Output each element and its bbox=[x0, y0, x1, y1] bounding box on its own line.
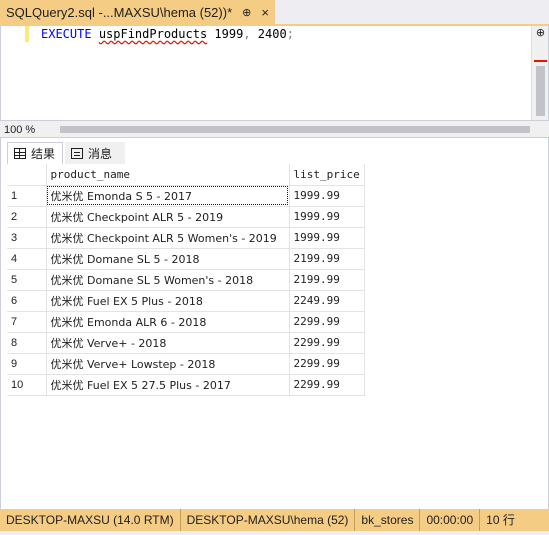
tab-messages[interactable]: 消息 bbox=[65, 142, 125, 164]
product-name-cell[interactable]: 优米优 Fuel EX 5 27.5 Plus - 2017 bbox=[46, 374, 290, 396]
row-number[interactable]: 2 bbox=[7, 206, 47, 228]
product-name-cell[interactable]: 优米优 Verve+ - 2018 bbox=[46, 332, 290, 354]
argument-2: 2400 bbox=[257, 27, 287, 41]
editor-vertical-scrollbar[interactable]: ⊕ bbox=[531, 26, 548, 120]
row-number[interactable]: 5 bbox=[7, 269, 47, 291]
changed-line-marker bbox=[25, 26, 29, 42]
table-row[interactable]: 9 优米优 Verve+ Lowstep - 2018 2299.99 bbox=[7, 353, 365, 375]
keyword-execute: EXECUTE bbox=[41, 27, 92, 41]
row-number[interactable]: 8 bbox=[7, 332, 47, 354]
table-row[interactable]: 6 优米优 Fuel EX 5 Plus - 2018 2249.99 bbox=[7, 290, 365, 312]
row-number[interactable]: 7 bbox=[7, 311, 47, 333]
tab-messages-label: 消息 bbox=[88, 146, 113, 161]
status-row-count: 10 行 bbox=[486, 513, 515, 527]
close-icon[interactable]: × bbox=[261, 5, 269, 20]
list-price-cell[interactable]: 2199.99 bbox=[289, 269, 365, 291]
scroll-thumb[interactable] bbox=[536, 66, 545, 116]
product-name-cell[interactable]: 优米优 Verve+ Lowstep - 2018 bbox=[46, 353, 290, 375]
status-server: DESKTOP-MAXSU (14.0 RTM) bbox=[0, 509, 181, 531]
table-row[interactable]: 4 优米优 Domane SL 5 - 2018 2199.99 bbox=[7, 248, 365, 270]
split-icon[interactable]: ⊕ bbox=[534, 26, 547, 40]
product-name-cell[interactable]: 优米优 Emonda ALR 6 - 2018 bbox=[46, 311, 290, 333]
status-bar: DESKTOP-MAXSU (14.0 RTM) DESKTOP-MAXSU\h… bbox=[0, 509, 549, 531]
list-price-cell[interactable]: 2299.99 bbox=[289, 332, 365, 354]
row-number[interactable]: 9 bbox=[7, 353, 47, 375]
list-price-cell[interactable]: 2299.99 bbox=[289, 374, 365, 396]
row-number[interactable]: 1 bbox=[7, 185, 47, 207]
column-header-product-name[interactable]: product_name bbox=[46, 164, 290, 186]
row-number[interactable]: 10 bbox=[7, 374, 47, 396]
row-number[interactable]: 4 bbox=[7, 248, 47, 270]
table-row[interactable]: 5 优米优 Domane SL 5 Women's - 2018 2199.99 bbox=[7, 269, 365, 291]
pin-icon[interactable]: ⊕ bbox=[242, 6, 251, 19]
table-row[interactable]: 2 优米优 Checkpoint ALR 5 - 2019 1999.99 bbox=[7, 206, 365, 228]
horizontal-scroll-thumb[interactable] bbox=[60, 126, 530, 133]
product-name-cell[interactable]: 优米优 Checkpoint ALR 5 - 2019 bbox=[46, 206, 290, 228]
results-grid[interactable]: product_name list_price 1 优米优 Emonda S 5 … bbox=[7, 164, 365, 396]
error-marker bbox=[534, 60, 547, 62]
grid-icon bbox=[14, 148, 26, 159]
list-price-cell[interactable]: 2199.99 bbox=[289, 248, 365, 270]
zoom-level[interactable]: 100 % bbox=[4, 122, 35, 138]
table-row[interactable]: 8 优米优 Verve+ - 2018 2299.99 bbox=[7, 332, 365, 354]
argument-1: 1999 bbox=[214, 27, 244, 41]
list-price-cell[interactable]: 2299.99 bbox=[289, 311, 365, 333]
table-row[interactable]: 1 优米优 Emonda S 5 - 2017 1999.99 bbox=[7, 185, 365, 207]
editor-horizontal-scrollbar[interactable] bbox=[60, 124, 530, 135]
list-price-cell[interactable]: 1999.99 bbox=[289, 185, 365, 207]
terminator: ; bbox=[286, 27, 294, 41]
table-row[interactable]: 10 优米优 Fuel EX 5 27.5 Plus - 2017 2299.99 bbox=[7, 374, 365, 396]
table-row[interactable]: 3 优米优 Checkpoint ALR 5 Women's - 2019 1999… bbox=[7, 227, 365, 249]
comma: , bbox=[243, 27, 251, 41]
results-tabs: 结果 消息 bbox=[1, 142, 549, 164]
product-name-cell[interactable]: 优米优 Emonda S 5 - 2017 bbox=[46, 185, 290, 207]
results-panel: 结果 消息 product_name list_price 1 优米优 Emond… bbox=[0, 138, 549, 509]
code-line-1[interactable]: EXECUTE uspFindProducts 1999, 2400; bbox=[41, 26, 294, 42]
list-price-cell[interactable]: 1999.99 bbox=[289, 227, 365, 249]
row-number[interactable]: 6 bbox=[7, 290, 47, 312]
document-tab-strip: SQLQuery2.sql -...MAXSU\hema (52))* ⊕ × bbox=[0, 0, 549, 24]
tab-results[interactable]: 结果 bbox=[7, 142, 63, 164]
header-row: product_name list_price bbox=[7, 164, 365, 186]
list-price-cell[interactable]: 2299.99 bbox=[289, 353, 365, 375]
zoom-bar: 100 % bbox=[0, 120, 549, 138]
product-name-cell[interactable]: 优米优 Checkpoint ALR 5 Women's - 2019 bbox=[46, 227, 290, 249]
product-name-cell[interactable]: 优米优 Domane SL 5 - 2018 bbox=[46, 248, 290, 270]
status-database: bk_stores bbox=[355, 509, 421, 531]
document-tab-title: SQLQuery2.sql -...MAXSU\hema (52))* bbox=[6, 4, 233, 20]
document-tab[interactable]: SQLQuery2.sql -...MAXSU\hema (52))* ⊕ × bbox=[0, 0, 275, 24]
procedure-name: uspFindProducts bbox=[98, 27, 208, 41]
status-elapsed: 00:00:00 bbox=[420, 509, 481, 531]
column-header-list-price[interactable]: list_price bbox=[289, 164, 365, 186]
bottom-strip bbox=[0, 531, 549, 535]
messages-icon bbox=[71, 147, 83, 159]
status-user: DESKTOP-MAXSU\hema (52) bbox=[181, 509, 356, 531]
table-row[interactable]: 7 优米优 Emonda ALR 6 - 2018 2299.99 bbox=[7, 311, 365, 333]
row-number[interactable]: 3 bbox=[7, 227, 47, 249]
query-editor[interactable]: EXECUTE uspFindProducts 1999, 2400; ⊕ bbox=[0, 26, 549, 120]
corner-cell[interactable] bbox=[7, 164, 47, 186]
tab-results-label: 结果 bbox=[31, 147, 56, 161]
list-price-cell[interactable]: 1999.99 bbox=[289, 206, 365, 228]
product-name-cell[interactable]: 优米优 Fuel EX 5 Plus - 2018 bbox=[46, 290, 290, 312]
list-price-cell[interactable]: 2249.99 bbox=[289, 290, 365, 312]
product-name-cell[interactable]: 优米优 Domane SL 5 Women's - 2018 bbox=[46, 269, 290, 291]
